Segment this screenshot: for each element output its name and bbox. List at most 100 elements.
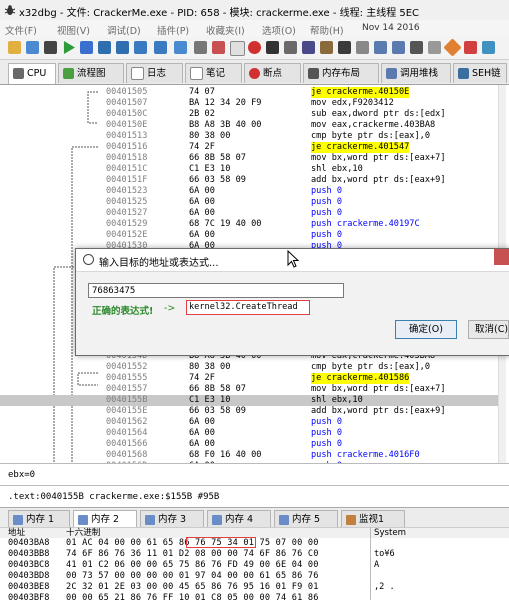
disasm-row[interactable]: 00401525 6A 00 push 0	[0, 197, 505, 208]
instruction-bytes: 68 7C 19 40 00	[189, 219, 262, 229]
menu-debug[interactable]: 调试(D)	[107, 23, 141, 37]
dump-ascii: to¥6	[374, 549, 395, 559]
dump-hex-bytes: 2C 32 01 2E 03 00 00 45 65 86 76 95 16 0…	[66, 582, 319, 592]
disasm-row[interactable]: 00401518 66 8B 58 07 mov bx,word ptr ds:[e…	[0, 153, 505, 164]
instruction-bytes: 6A 00	[189, 197, 215, 207]
run-icon[interactable]	[63, 41, 75, 54]
disasm-row[interactable]: 0040155E 66 03 58 09 add bx,word ptr ds:[e…	[0, 406, 505, 417]
tab-notes[interactable]: 笔记	[185, 63, 242, 83]
instruction-text: push 0	[311, 428, 343, 438]
instruction-address: 00401557	[106, 384, 148, 394]
instruction-address: 00401564	[106, 428, 148, 438]
memory-icon[interactable]	[284, 41, 297, 54]
menu-file[interactable]: 文件(F)	[5, 23, 37, 37]
tab-call-stack[interactable]: 调用堆栈	[381, 63, 451, 83]
settings-icon[interactable]	[428, 41, 441, 54]
disasm-row[interactable]: 00401513 80 38 00 cmp byte ptr ds:[eax],0	[0, 131, 505, 142]
link-icon[interactable]	[482, 41, 495, 54]
open-icon[interactable]	[8, 41, 21, 54]
disasm-row[interactable]: 00401507 BA 12 34 20 F9 mov edx,F9203412	[0, 98, 505, 109]
close-icon[interactable]	[44, 41, 57, 54]
animate-icon[interactable]	[194, 41, 207, 54]
disasm-row[interactable]: 0040152E 6A 00 push 0	[0, 230, 505, 241]
bookmarks-icon[interactable]	[338, 41, 351, 54]
script-icon[interactable]	[410, 41, 423, 54]
restart-icon[interactable]	[26, 41, 39, 54]
instruction-text: shl ebx,10	[311, 395, 363, 405]
disasm-row[interactable]: 0040151C C1 E3 10 shl ebx,10	[0, 164, 505, 175]
menu-help[interactable]: 帮助(H)	[310, 23, 344, 37]
tab-cpu-label: CPU	[27, 68, 47, 79]
tab-graph[interactable]: 流程图	[58, 63, 124, 83]
instruction-bytes: 74 2F	[189, 142, 215, 152]
pen-icon[interactable]	[464, 41, 477, 54]
disasm-row[interactable]: 0040155B C1 E3 10 shl ebx,10	[0, 395, 505, 406]
functions-icon[interactable]	[356, 41, 369, 54]
patches-icon[interactable]	[230, 41, 245, 56]
tab-call-stack-label: 调用堆栈	[400, 68, 439, 79]
disasm-row[interactable]: 00401527 6A 00 push 0	[0, 208, 505, 219]
instruction-address: 00401518	[106, 153, 148, 163]
trace-into-icon[interactable]	[134, 41, 147, 54]
tab-seh[interactable]: SEH链	[453, 63, 507, 83]
disasm-row[interactable]: 00401566 6A 00 push 0	[0, 439, 505, 450]
tab-log[interactable]: 日志	[126, 63, 183, 83]
highlight-icon[interactable]	[443, 38, 462, 57]
instruction-text: push 0	[311, 417, 343, 427]
labels-icon[interactable]	[320, 41, 333, 54]
menu-options[interactable]: 选项(O)	[262, 23, 296, 37]
tab-memory-map[interactable]: 内存布局	[303, 63, 379, 83]
disasm-row[interactable]: 00401555 74 2F je crackerme.401586	[0, 373, 505, 384]
dump-row[interactable]: 00403BC8 41 01 C2 06 00 00 65 75 86 76 FD…	[0, 560, 509, 571]
tab-dump-1-label: 内存 1	[26, 514, 55, 525]
disasm-row[interactable]: 0040151F 66 03 58 09 add bx,word ptr ds:[e…	[0, 175, 505, 186]
dialog-close-button[interactable]	[494, 249, 509, 265]
disasm-row[interactable]: 00401568 68 F0 16 40 00 push crackerme.401…	[0, 450, 505, 461]
disasm-row[interactable]: 00401552 80 38 00 cmp byte ptr ds:[eax],0	[0, 362, 505, 373]
step-into-icon[interactable]	[98, 41, 111, 54]
run-to-user-code-icon[interactable]	[174, 41, 187, 54]
find-icon[interactable]	[374, 41, 387, 54]
info-register-line: ebx=0	[0, 463, 509, 486]
menu-view[interactable]: 视图(V)	[57, 23, 90, 37]
view-tab-bar: CPU 流程图 日志 笔记 断点 内存布局 调用堆栈 SEH链	[0, 60, 509, 85]
disasm-row[interactable]: 00401523 6A 00 push 0	[0, 186, 505, 197]
disasm-row[interactable]: 0040150E B8 A8 3B 40 00 mov eax,crackerme.…	[0, 120, 505, 131]
execute-till-return-icon[interactable]	[154, 41, 167, 54]
disasm-row[interactable]: 00401516 74 2F je crackerme.401547	[0, 142, 505, 153]
disasm-row[interactable]: 00401529 68 7C 19 40 00 push crackerme.401…	[0, 219, 505, 230]
disasm-row[interactable]: 00401564 6A 00 push 0	[0, 428, 505, 439]
menu-plugins[interactable]: 插件(P)	[157, 23, 189, 37]
watch-icon	[346, 514, 356, 525]
instruction-address: 00401552	[106, 362, 148, 372]
tab-cpu[interactable]: CPU	[8, 63, 56, 84]
disasm-row[interactable]: 00401557 66 8B 58 07 mov bx,word ptr ds:[e…	[0, 384, 505, 395]
ok-button[interactable]: 确定(O)	[395, 320, 457, 339]
dump-row[interactable]: 00403BB8 74 6F 86 76 36 11 01 D2 08 00 00…	[0, 549, 509, 560]
disasm-row[interactable]: 0040150C 2B 02 sub eax,dword ptr ds:[edx]	[0, 109, 505, 120]
dump-address: 00403BA8	[8, 538, 50, 548]
menu-favourites[interactable]: 收藏夹(I)	[206, 23, 245, 37]
instruction-bytes: 80 38 00	[189, 362, 231, 372]
breakpoint-icon[interactable]	[248, 41, 261, 54]
hardware-bp-icon[interactable]	[266, 41, 279, 54]
instruction-bytes: 66 8B 58 07	[189, 153, 246, 163]
comments-icon[interactable]	[302, 41, 315, 54]
instruction-bytes: 6A 00	[189, 417, 215, 427]
trace-record-icon[interactable]	[212, 41, 225, 54]
disasm-row[interactable]: 00401505 74 07 je crackerme.40150E	[0, 87, 505, 98]
pause-icon[interactable]	[80, 41, 93, 54]
dump-row[interactable]: 00403BF8 00 00 65 21 86 76 FF 10 01 C8 05…	[0, 593, 509, 600]
instruction-text: mov edx,F9203412	[311, 98, 394, 108]
dump-row[interactable]: 00403BD8 00 73 57 00 00 00 00 01 97 04 00…	[0, 571, 509, 582]
notes-icon	[190, 67, 203, 80]
dump-hex-bytes: 00 73 57 00 00 00 00 01 97 04 00 00 61 6…	[66, 571, 319, 581]
step-over-icon[interactable]	[116, 41, 129, 54]
dump-row[interactable]: 00403BE8 2C 32 01 2E 03 00 00 45 65 86 76…	[0, 582, 509, 593]
expression-input[interactable]: 76863475	[88, 283, 344, 298]
disasm-row[interactable]: 00401562 6A 00 push 0	[0, 417, 505, 428]
cancel-button[interactable]: 取消(C)	[468, 320, 509, 339]
seh-icon	[458, 68, 469, 79]
tab-breakpoints[interactable]: 断点	[244, 63, 301, 83]
search-icon[interactable]	[392, 41, 405, 54]
